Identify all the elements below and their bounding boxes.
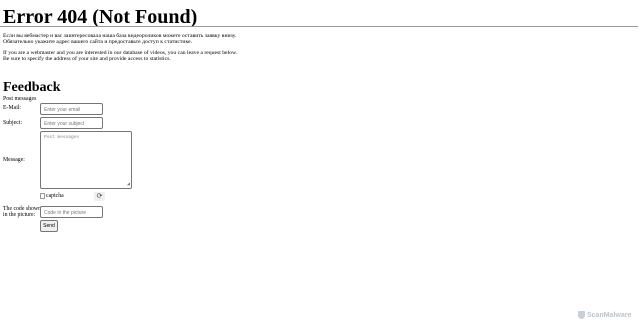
intro-russian: Если вы вебмастер и вас заинтересовала н… (3, 33, 236, 46)
email-field[interactable]: Enter your email (40, 103, 103, 115)
intro-english-line2: Be sure to specify the address of your s… (3, 56, 171, 63)
subject-field[interactable]: Enter your subject (40, 117, 103, 129)
captcha-code-field[interactable]: Code in the picture (40, 206, 103, 218)
message-placeholder: Post messages (44, 135, 80, 140)
feedback-heading: Feedback (3, 80, 61, 95)
subject-label: Subject: (3, 120, 22, 126)
code-label: The code shown in the picture: (3, 206, 41, 218)
code-label-line2: in the picture: (3, 212, 36, 219)
send-button[interactable]: Send (40, 220, 58, 232)
refresh-icon[interactable]: ⟳ (94, 192, 105, 201)
broken-image-icon (40, 193, 45, 199)
post-messages-label: Post messages (3, 96, 37, 102)
message-label: Message: (3, 157, 25, 163)
email-label: E-Mail: (3, 105, 22, 111)
captcha-image: captcha (40, 193, 64, 199)
title-divider (0, 26, 638, 27)
message-textarea[interactable]: Post messages ◢ (40, 131, 132, 189)
resize-grip-icon[interactable]: ◢ (127, 182, 130, 187)
watermark-text: ScanMalware (587, 311, 632, 319)
intro-english: If you are a webmaster and you are inter… (3, 50, 237, 63)
shield-icon (578, 311, 585, 319)
captcha-alt-text: captcha (46, 193, 64, 199)
intro-russian-line2: Обязательно укажите адрес вашего сайта и… (3, 39, 193, 46)
scanmalware-watermark: ScanMalware (578, 311, 631, 319)
